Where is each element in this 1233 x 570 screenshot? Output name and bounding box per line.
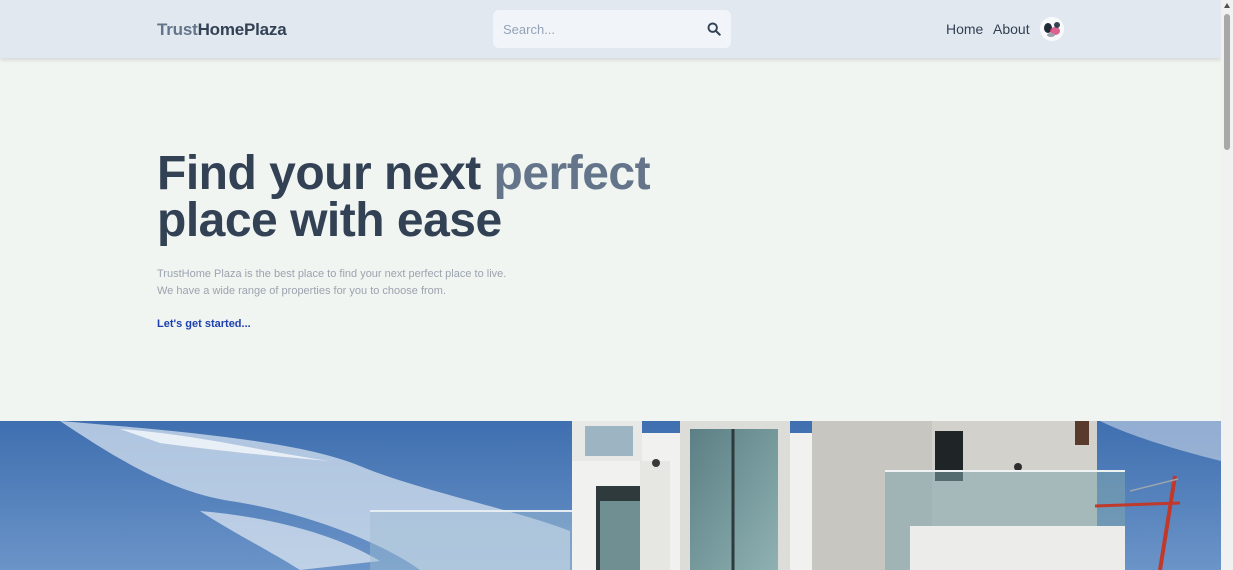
house-photo	[0, 421, 1221, 570]
logo-part-trust: Trust	[157, 20, 198, 39]
search-icon[interactable]	[707, 22, 721, 36]
hero-description: TrustHome Plaza is the best place to fin…	[157, 266, 506, 300]
avatar-image	[1040, 17, 1064, 41]
search-form	[493, 10, 731, 48]
page: TrustHomePlaza Home About Find your next…	[0, 0, 1221, 570]
hero-title-part1: Find your next	[157, 147, 494, 200]
nav-about-link[interactable]: About	[993, 21, 1030, 37]
scrollbar-thumb[interactable]	[1224, 14, 1230, 150]
property-banner-image	[0, 421, 1221, 570]
nav-home-link[interactable]: Home	[946, 21, 983, 37]
page-scrollbar[interactable]	[1221, 0, 1233, 570]
hero-desc-line1: TrustHome Plaza is the best place to fin…	[157, 268, 507, 280]
get-started-link[interactable]: Let's get started...	[157, 318, 251, 330]
site-logo[interactable]: TrustHomePlaza	[157, 20, 287, 40]
scroll-up-arrow-icon[interactable]	[1223, 2, 1231, 10]
hero-title-line2: place with ease	[157, 194, 502, 247]
hero-desc-line2: We have a wide range of properties for y…	[157, 285, 447, 297]
site-header: TrustHomePlaza Home About	[0, 0, 1221, 58]
hero-heading: Find your next perfect place with ease	[157, 147, 651, 247]
user-avatar-icon[interactable]	[1040, 17, 1064, 41]
hero-title-accent: perfect	[493, 147, 651, 200]
logo-part-homeplaza: HomePlaza	[197, 20, 287, 39]
search-input[interactable]	[493, 10, 693, 48]
